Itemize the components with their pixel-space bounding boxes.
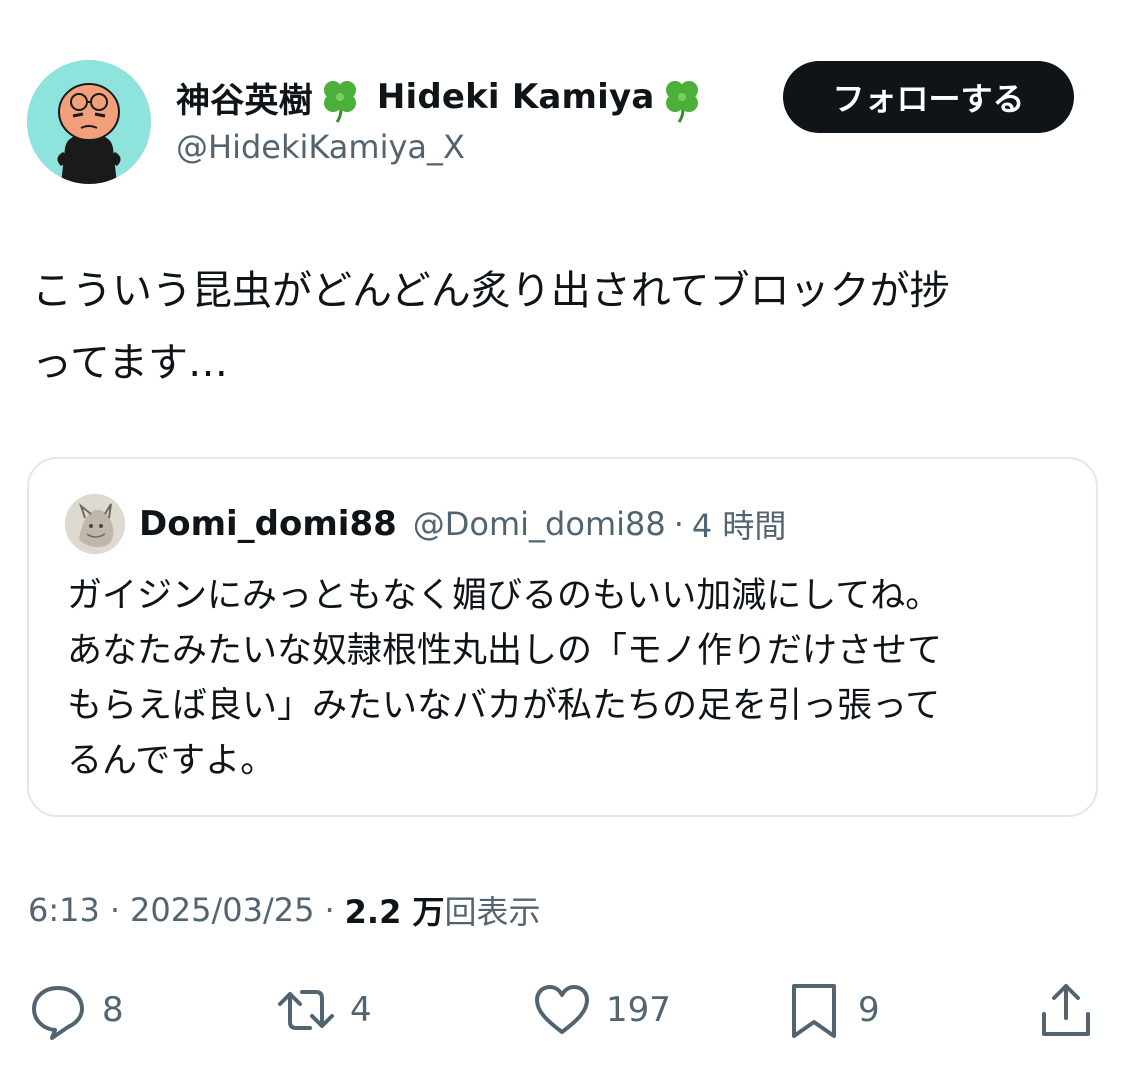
author-names: 神谷英樹 Hideki Kamiya @HidekiKamiya_X bbox=[176, 70, 709, 166]
quoted-text-line: るんですよ。 bbox=[67, 741, 276, 781]
share-button[interactable] bbox=[1036, 975, 1096, 1045]
share-icon bbox=[1042, 984, 1090, 1036]
retweet-button[interactable]: 4 bbox=[276, 975, 372, 1045]
quoted-tweet-card[interactable]: Domi_domi88 @Domi_domi88 · 4 時間 ガイジンにみっと… bbox=[27, 457, 1098, 817]
reply-count: 8 bbox=[102, 990, 124, 1030]
tweet-date[interactable]: 2025/03/25 bbox=[130, 891, 314, 929]
retweet-count: 4 bbox=[350, 990, 372, 1030]
author-handle[interactable]: @HidekiKamiya_X bbox=[176, 128, 709, 166]
reply-icon bbox=[32, 986, 84, 1040]
like-button[interactable]: 197 bbox=[532, 975, 671, 1045]
sketch-avatar-icon bbox=[65, 494, 125, 554]
quoted-tweet-text: ガイジンにみっともなく媚びるのもいい加減にしてね。 あなたみたいな奴隷根性丸出し… bbox=[67, 569, 1077, 789]
separator-dot: · bbox=[109, 891, 121, 929]
author-display-name-latin: Hideki Kamiya bbox=[376, 77, 655, 117]
quoted-author-name: Domi_domi88 bbox=[139, 504, 397, 544]
quoted-text-line: ガイジンにみっともなく媚びるのもいい加減にしてね。 bbox=[67, 576, 941, 616]
like-count: 197 bbox=[606, 990, 671, 1030]
bookmark-count: 9 bbox=[858, 990, 880, 1030]
quoted-text-line: あなたみたいな奴隷根性丸出しの「モノ作りだけさせて bbox=[67, 631, 943, 671]
reply-button[interactable]: 8 bbox=[28, 975, 124, 1045]
quoted-author-handle: @Domi_domi88 bbox=[412, 505, 666, 543]
separator-dot: · bbox=[324, 891, 335, 929]
quoted-text-line: もらえば良い」みたいなバカが私たちの足を引っ張って bbox=[67, 686, 941, 726]
retweet-icon bbox=[278, 990, 334, 1030]
quoted-author-avatar[interactable] bbox=[65, 494, 125, 554]
view-label: 回表示 bbox=[444, 893, 541, 931]
tweet-meta: 6:13 · 2025/03/25 · 2.2 万 回表示 bbox=[28, 887, 541, 933]
bookmark-icon bbox=[792, 984, 836, 1038]
four-leaf-clover-icon bbox=[655, 70, 709, 124]
follow-button[interactable]: フォローする bbox=[783, 61, 1074, 133]
action-bar: 8 4 197 9 bbox=[0, 975, 1125, 1045]
separator-dot: · bbox=[673, 505, 684, 543]
author-display-name: 神谷英樹 bbox=[176, 80, 313, 121]
heart-icon bbox=[535, 985, 589, 1034]
cartoon-avatar-icon bbox=[27, 60, 151, 184]
tweet-text-line: こういう昆虫がどんどん炙り出されてブロックが捗 bbox=[32, 268, 950, 314]
author-avatar[interactable] bbox=[27, 60, 151, 184]
bookmark-button[interactable]: 9 bbox=[784, 975, 880, 1045]
tweet-text-line: ってます… bbox=[32, 340, 228, 386]
display-name-row[interactable]: 神谷英樹 Hideki Kamiya bbox=[176, 70, 709, 124]
view-count: 2.2 万 bbox=[344, 893, 445, 931]
quoted-tweet-time: 4 時間 bbox=[691, 507, 787, 545]
tweet-text: こういう昆虫がどんどん炙り出されてブロックが捗 ってます… bbox=[32, 255, 1092, 399]
quoted-tweet-header: Domi_domi88 @Domi_domi88 · 4 時間 bbox=[65, 493, 786, 555]
tweet-time[interactable]: 6:13 bbox=[28, 891, 100, 929]
four-leaf-clover-icon bbox=[313, 70, 367, 124]
